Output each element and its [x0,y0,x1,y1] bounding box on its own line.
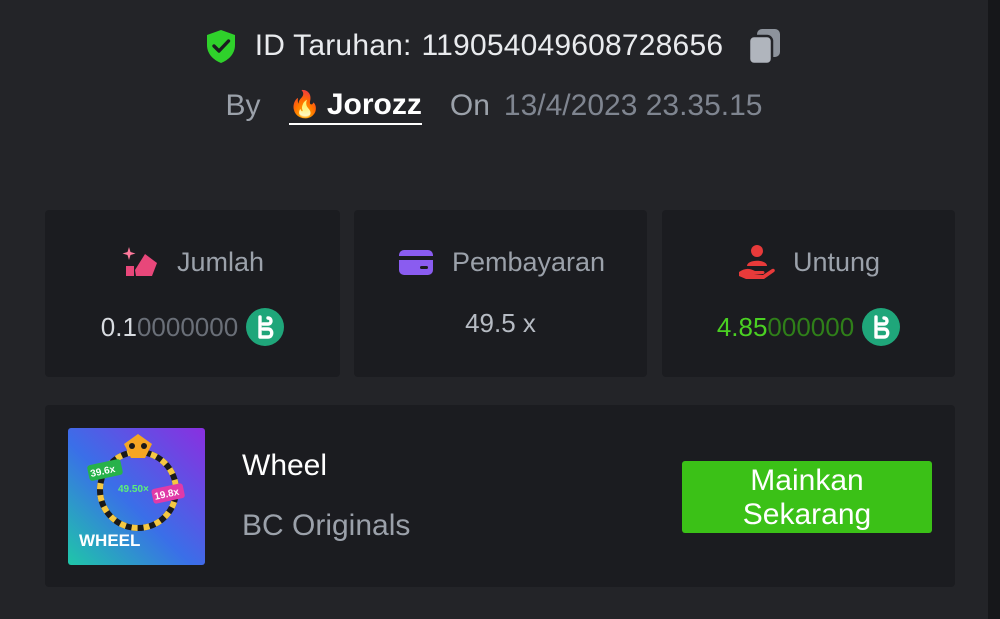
wheel-game-art: 39.6x 49.50× 19.8x WHEEL [68,428,205,565]
bet-id-value: 119054049608728656 [421,29,724,62]
verified-shield-icon [206,30,235,63]
stat-header: Jumlah [45,242,340,282]
stat-label-amount: Jumlah [176,246,265,277]
bet-id-label: ID Taruhan: [254,29,412,62]
chip-center: 49.50× [118,484,149,495]
stat-card-profit: Untung 4.85 000000 [662,210,955,377]
stat-value-profit: 4.85 000000 [662,308,955,346]
play-now-button[interactable]: Mainkan Sekarang [682,461,932,533]
game-thumbnail[interactable]: 39.6x 49.50× 19.8x WHEEL [68,428,205,565]
stat-card-amount: Jumlah 0.1 0000000 [45,210,340,377]
copy-icon[interactable] [745,26,785,66]
bc-coin-icon [246,308,285,346]
fire-emoji-icon: 🔥 [288,89,321,119]
amount-value-faded: 0000000 [136,311,239,342]
bet-id-row: ID Taruhan: 119054049608728656 [0,22,988,70]
stat-header: Untung [662,242,955,282]
profit-value-faded: 000000 [767,311,855,342]
on-label: On [449,89,490,122]
game-name[interactable]: Wheel [242,449,327,483]
stat-label-profit: Untung [792,246,881,277]
author-row: By 🔥 Jorozz On 13/4/2023 23.35.15 [0,82,988,130]
stat-card-payout: Pembayaran 49.5 x [354,210,647,377]
bc-coin-icon [862,308,901,346]
stat-value-payout: 49.5 x [354,308,647,339]
profit-hand-icon [738,245,775,279]
payout-value: 49.5 x [465,308,536,338]
game-card: 39.6x 49.50× 19.8x WHEEL Wheel BC Origin… [45,405,955,587]
bet-datetime: 13/4/2023 23.35.15 [503,89,763,122]
bet-amount-icon [122,247,157,276]
thumbnail-title: WHEEL [79,531,140,550]
stat-label-payout: Pembayaran [451,246,606,277]
stat-header: Pembayaran [354,242,647,282]
game-provider: BC Originals [242,509,411,542]
profit-value-main: 4.85 [716,311,768,342]
scrollbar-track[interactable] [988,0,1000,619]
wallet-card-icon [398,250,433,275]
amount-value-main: 0.1 [100,311,137,342]
username: Jorozz [326,87,422,121]
by-label: By [225,89,261,122]
user-link[interactable]: 🔥 Jorozz [288,87,422,125]
stat-value-amount: 0.1 0000000 [45,308,340,346]
